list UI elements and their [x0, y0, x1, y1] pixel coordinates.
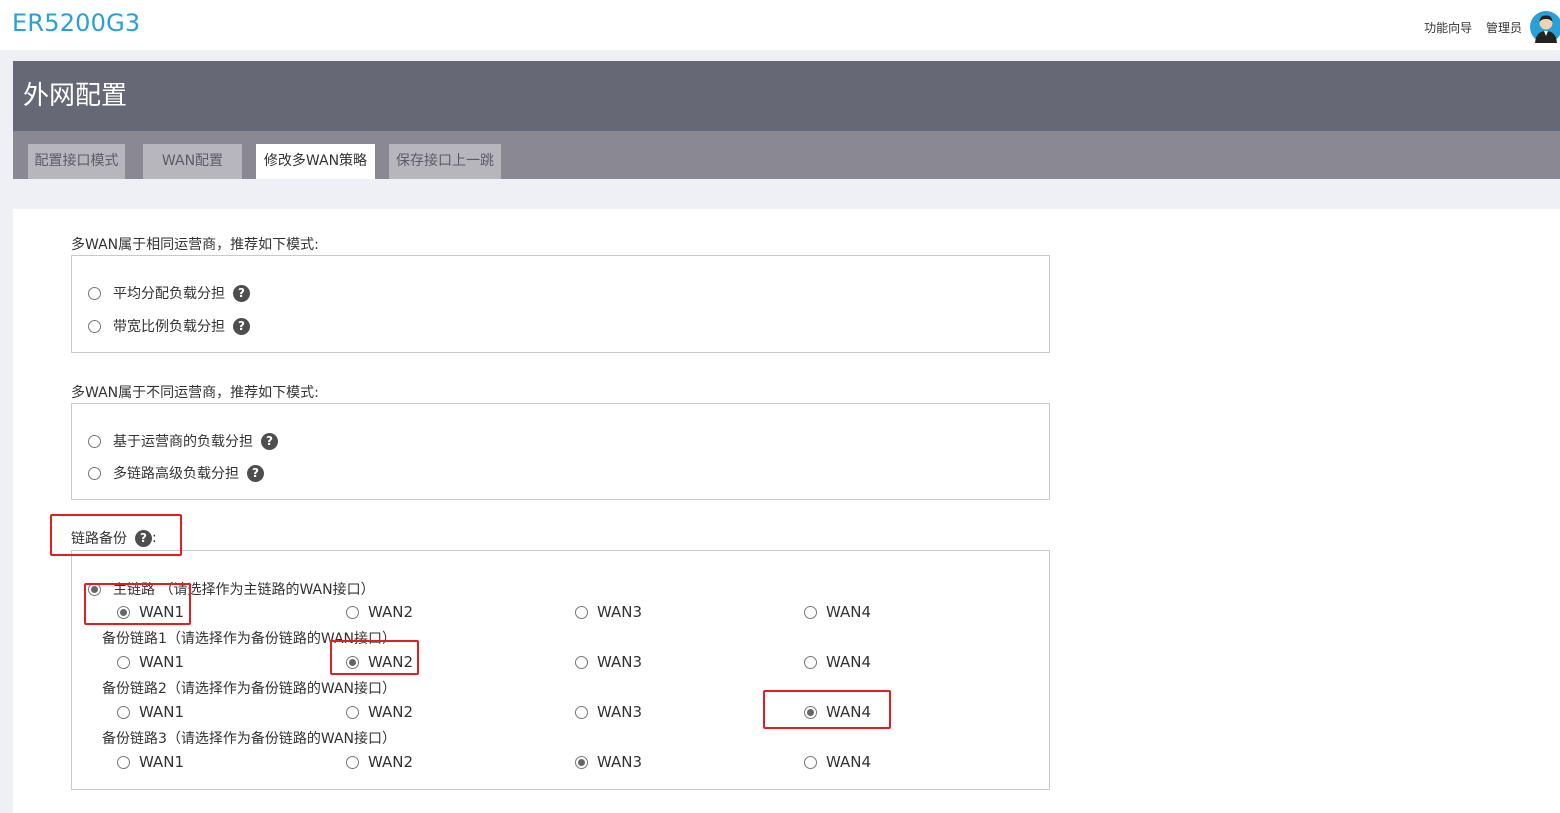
same-isp-box: 平均分配负载分担 ? 带宽比例负载分担 ?: [71, 255, 1050, 353]
diff-isp-label: 多WAN属于不同运营商，推荐如下模式:: [71, 385, 319, 401]
diff-isp-box: 基于运营商的负载分担 ? 多链路高级负载分担 ?: [71, 403, 1050, 500]
tab-multi-wan-policy[interactable]: 修改多WAN策略: [256, 144, 375, 179]
main-wan3-option[interactable]: WAN3: [575, 603, 642, 621]
wan-label: WAN4: [826, 603, 872, 621]
option-label: 带宽比例负载分担: [113, 319, 225, 335]
radio-backup2-wan3[interactable]: [575, 705, 588, 719]
wan-label: WAN1: [139, 653, 185, 671]
backup3-wan1-option[interactable]: WAN1: [117, 753, 184, 771]
radio-backup1-wan4[interactable]: [804, 655, 817, 669]
tab-wan-config[interactable]: WAN配置: [143, 144, 242, 179]
page-title: 外网配置: [23, 81, 128, 111]
tab-interface-mode[interactable]: 配置接口模式: [28, 144, 125, 179]
tab-save-next-hop[interactable]: 保存接口上一跳: [389, 144, 501, 179]
wan-label: WAN3: [597, 703, 643, 721]
link-backup-box: 主链路 （请选择作为主链路的WAN接口） WAN1 WAN2 WAN3 WAN4 备份链…: [71, 550, 1050, 790]
radio-backup2-wan1[interactable]: [117, 705, 130, 719]
help-icon[interactable]: ?: [261, 432, 278, 450]
radio-backup3-wan4[interactable]: [804, 755, 817, 769]
wan-label: WAN4: [826, 653, 872, 671]
option-isp-based-load[interactable]: 基于运营商的负载分担 ?: [88, 431, 278, 451]
option-bandwidth-ratio[interactable]: 带宽比例负载分担 ?: [88, 316, 250, 336]
tab-bar: 配置接口模式 WAN配置 修改多WAN策略 保存接口上一跳: [13, 131, 1560, 179]
brand-title: ER5200G3: [12, 9, 141, 37]
highlight-backup1-wan2: [330, 640, 419, 675]
radio-backup1-wan3[interactable]: [575, 655, 588, 669]
wan-label: WAN2: [368, 703, 414, 721]
radio-main-wan2[interactable]: [346, 605, 359, 619]
backup3-wan2-option[interactable]: WAN2: [346, 753, 413, 771]
radio-backup3-wan2[interactable]: [346, 755, 359, 769]
help-icon[interactable]: ?: [233, 284, 250, 302]
wan-label: WAN3: [597, 603, 643, 621]
highlight-main-wan1: [84, 583, 191, 625]
help-icon[interactable]: ?: [233, 317, 250, 335]
help-icon[interactable]: ?: [247, 464, 264, 482]
wizard-link[interactable]: 功能向导: [1424, 21, 1472, 35]
wan-label: WAN3: [597, 653, 643, 671]
wan-label: WAN3: [597, 753, 643, 771]
backup2-wan3-option[interactable]: WAN3: [575, 703, 642, 721]
radio-main-wan4[interactable]: [804, 605, 817, 619]
top-links: 功能向导 管理员: [1414, 19, 1522, 36]
wan-label: WAN1: [139, 753, 185, 771]
backup1-wan3-option[interactable]: WAN3: [575, 653, 642, 671]
radio-average-load[interactable]: [88, 286, 101, 300]
radio-backup3-wan1[interactable]: [117, 755, 130, 769]
main-wan4-option[interactable]: WAN4: [804, 603, 871, 621]
radio-bandwidth-ratio[interactable]: [88, 319, 101, 333]
avatar-icon[interactable]: [1529, 10, 1560, 44]
backup1-wan4-option[interactable]: WAN4: [804, 653, 871, 671]
backup2-wan2-option[interactable]: WAN2: [346, 703, 413, 721]
wan-label: WAN4: [826, 753, 872, 771]
option-multilink-advanced[interactable]: 多链路高级负载分担 ?: [88, 463, 264, 483]
highlight-link-backup: [50, 514, 182, 556]
wan-label: WAN2: [368, 603, 414, 621]
radio-isp-based-load[interactable]: [88, 434, 101, 448]
radio-multilink-advanced[interactable]: [88, 466, 101, 480]
backup3-link-label: 备份链路3（请选择作为备份链路的WAN接口）: [102, 731, 397, 747]
radio-backup1-wan1[interactable]: [117, 655, 130, 669]
admin-link[interactable]: 管理员: [1486, 21, 1522, 35]
option-label: 平均分配负载分担: [113, 286, 225, 302]
backup1-wan1-option[interactable]: WAN1: [117, 653, 184, 671]
option-average-load[interactable]: 平均分配负载分担 ?: [88, 283, 250, 303]
wan-label: WAN1: [139, 703, 185, 721]
radio-backup2-wan2[interactable]: [346, 705, 359, 719]
content-area: 多WAN属于相同运营商，推荐如下模式: 平均分配负载分担 ? 带宽比例负载分担 …: [13, 209, 1560, 813]
same-isp-label: 多WAN属于相同运营商，推荐如下模式:: [71, 237, 319, 253]
radio-main-wan3[interactable]: [575, 605, 588, 619]
backup2-wan1-option[interactable]: WAN1: [117, 703, 184, 721]
radio-backup3-wan3[interactable]: [575, 755, 588, 769]
option-label: 基于运营商的负载分担: [113, 434, 253, 450]
panel-header: 外网配置: [13, 61, 1560, 131]
main-wan2-option[interactable]: WAN2: [346, 603, 413, 621]
option-label: 多链路高级负载分担: [113, 466, 239, 482]
backup2-link-label: 备份链路2（请选择作为备份链路的WAN接口）: [102, 681, 397, 697]
highlight-backup2-wan4: [763, 690, 891, 729]
top-bar: ER5200G3 功能向导 管理员: [0, 0, 1560, 50]
backup3-wan4-option[interactable]: WAN4: [804, 753, 871, 771]
wan-label: WAN2: [368, 753, 414, 771]
backup3-wan3-option[interactable]: WAN3: [575, 753, 642, 771]
